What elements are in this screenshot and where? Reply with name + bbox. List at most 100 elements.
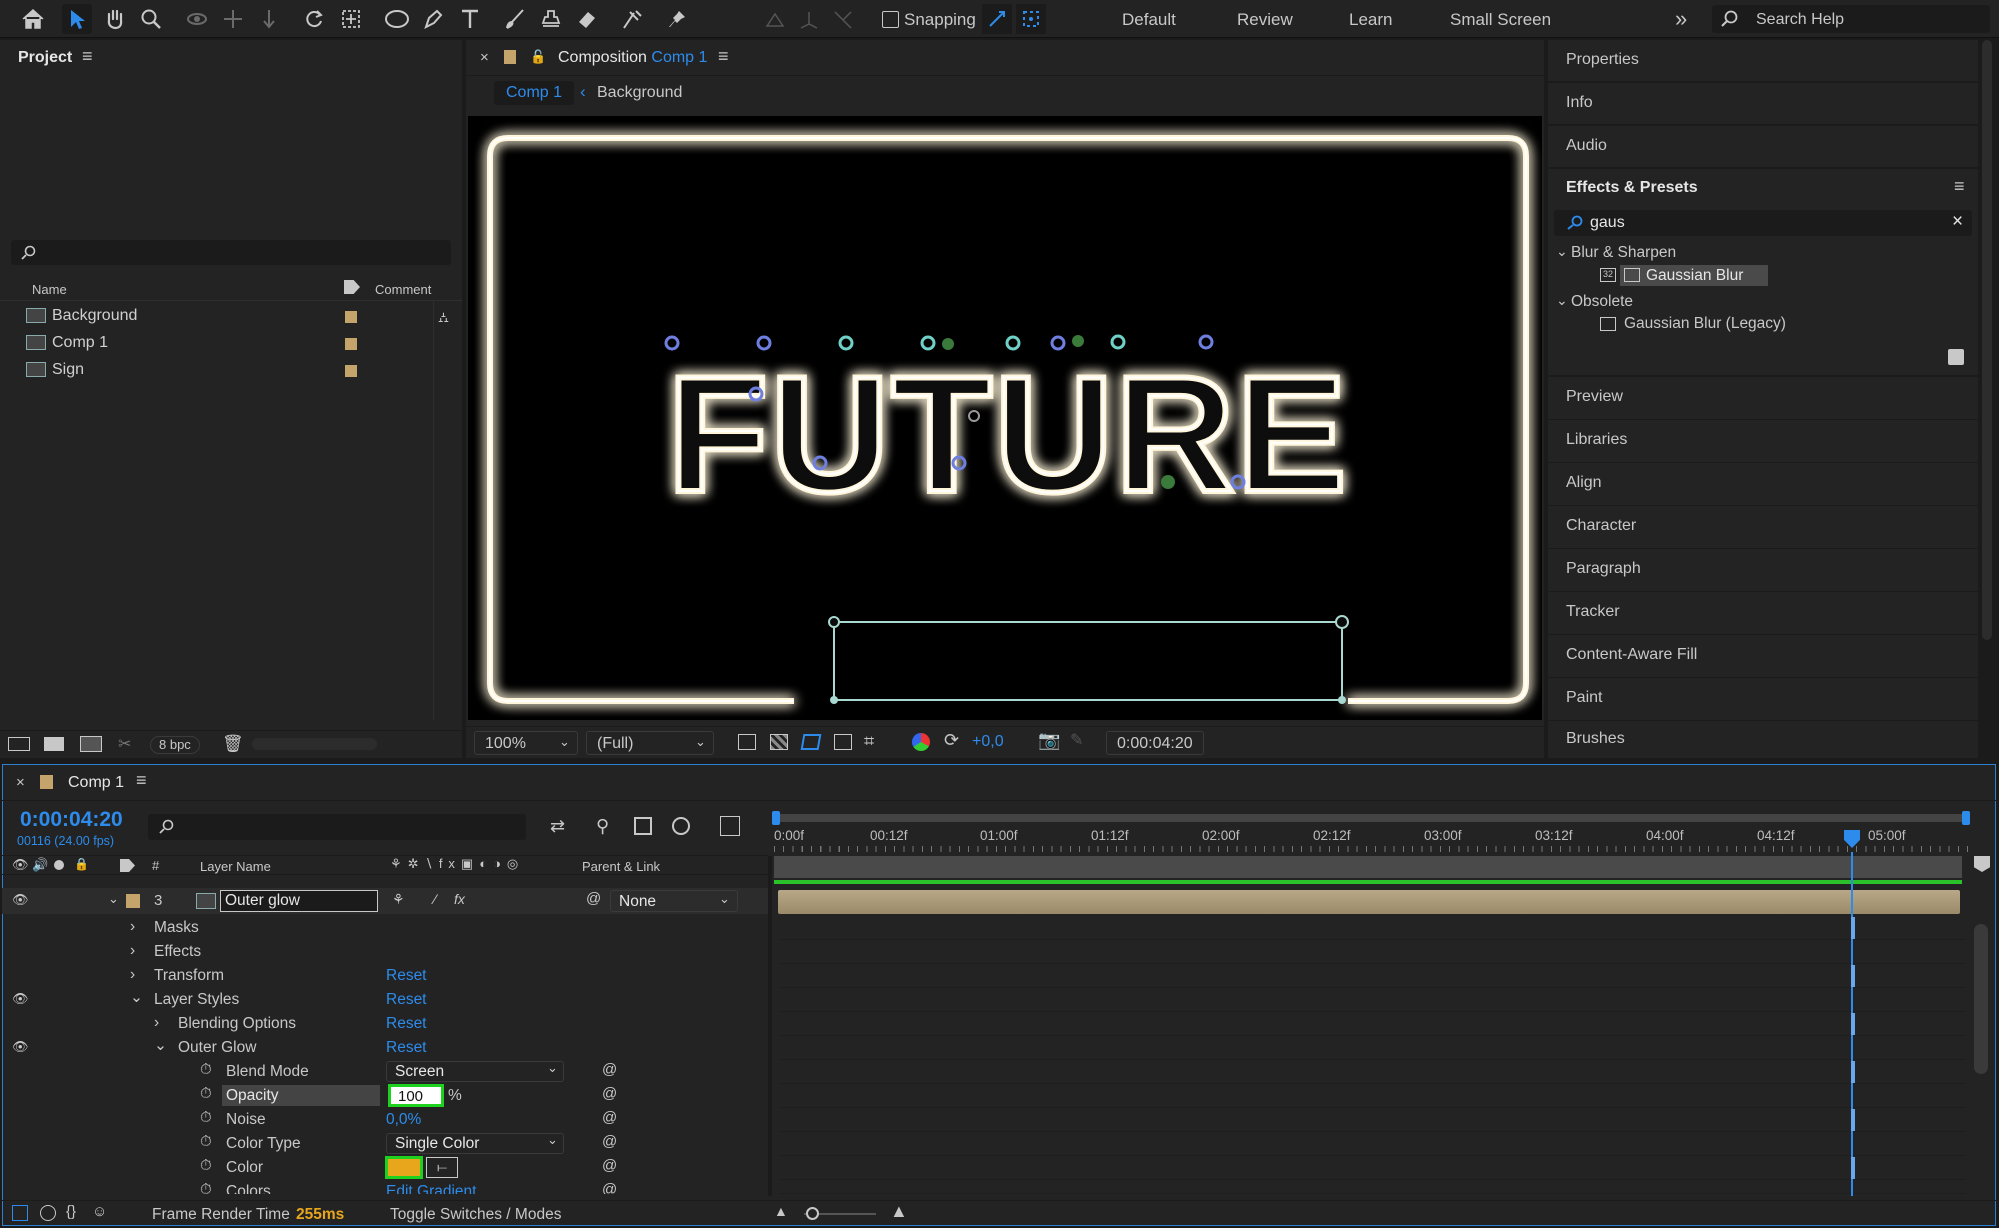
stopwatch-icon[interactable]: ⏱: [200, 1181, 212, 1194]
reset-link[interactable]: Reset: [386, 1039, 427, 1057]
effects-menu-icon[interactable]: ≡: [1954, 176, 1965, 197]
selection-tool-icon[interactable]: [62, 4, 92, 34]
keyframe-marker[interactable]: [1851, 1109, 1855, 1131]
parent-dropdown[interactable]: None ⌄: [610, 890, 738, 912]
expression-pickwhip-icon[interactable]: @: [602, 1085, 617, 1102]
grid-guides-icon[interactable]: ⌗: [864, 731, 874, 752]
dolly-camera-icon[interactable]: [254, 4, 284, 34]
group-obsolete[interactable]: Obsolete: [1571, 293, 1633, 311]
stopwatch-icon[interactable]: ⏱: [200, 1157, 212, 1174]
label-column-icon[interactable]: [344, 280, 360, 294]
column-comment-header[interactable]: Comment: [375, 282, 431, 297]
keyframe-marker[interactable]: [1851, 965, 1855, 987]
visibility-toggle-icon[interactable]: 👁: [12, 1039, 29, 1055]
workspace-learn[interactable]: Learn: [1349, 10, 1392, 30]
project-title[interactable]: Project: [18, 49, 72, 67]
snapshot-icon[interactable]: 📷: [1038, 730, 1060, 751]
panel-align[interactable]: Align: [1548, 463, 1978, 505]
panel-brushes[interactable]: Brushes: [1548, 721, 1978, 758]
prop-color[interactable]: ⏱ Color ⟝ @: [2, 1156, 768, 1180]
right-panel-scrollbar[interactable]: [1982, 40, 1992, 640]
exposure-value[interactable]: +0,0: [972, 733, 1004, 751]
layer-row[interactable]: 👁 ⌄ 3 Outer glow ⚘ ∕ fx @ None ⌄: [2, 888, 768, 914]
snap-edges-icon[interactable]: [982, 4, 1012, 34]
audio-column-icon[interactable]: 🔊: [32, 857, 48, 873]
composition-menu-icon[interactable]: ≡: [718, 46, 729, 67]
label-color-swatch[interactable]: [345, 338, 357, 350]
brush-tool-icon[interactable]: [500, 4, 530, 34]
expression-pickwhip-icon[interactable]: @: [602, 1061, 617, 1078]
composition-tab-title[interactable]: Composition Comp 1: [558, 49, 707, 67]
prop-color-type[interactable]: ⏱ Color Type Single Color ⌄ @: [2, 1132, 768, 1156]
column-name-header[interactable]: Name: [32, 282, 67, 297]
comp-flowchart-icon[interactable]: ⇄: [550, 816, 565, 837]
clear-search-icon[interactable]: ×: [1952, 211, 1963, 233]
pan-behind-icon[interactable]: [336, 4, 366, 34]
search-help-field[interactable]: Search Help: [1712, 5, 1990, 33]
panel-paint[interactable]: Paint: [1548, 678, 1978, 720]
prop-colors[interactable]: ⏱ Colors Edit Gradient @: [2, 1180, 768, 1194]
effects-switch-icon[interactable]: fx: [454, 891, 465, 907]
layer-name-header[interactable]: Layer Name: [200, 859, 271, 874]
reset-exposure-icon[interactable]: ⟳: [944, 730, 959, 751]
zoom-tool-icon[interactable]: [136, 4, 166, 34]
chevron-down-icon[interactable]: ⌄: [130, 988, 143, 1007]
project-item[interactable]: Sign: [0, 357, 462, 383]
interpret-footage-icon[interactable]: [8, 737, 30, 751]
ellipse-tool-icon[interactable]: [382, 4, 412, 34]
pan-camera-icon[interactable]: [218, 4, 248, 34]
stopwatch-icon[interactable]: ⏱: [200, 1061, 212, 1078]
home-icon[interactable]: [18, 4, 48, 34]
puppet-pin-icon[interactable]: [662, 4, 692, 34]
shy-switch-icon[interactable]: ⚘: [392, 891, 405, 908]
orbit-camera-icon[interactable]: [182, 4, 212, 34]
keyframe-marker[interactable]: [1851, 1013, 1855, 1035]
graph-editor-icon[interactable]: [720, 816, 740, 836]
layer-search-input[interactable]: [148, 814, 526, 840]
panel-info[interactable]: Info: [1548, 83, 1978, 125]
layer-label-swatch[interactable]: [126, 894, 140, 908]
trash-icon[interactable]: 🗑: [222, 734, 244, 754]
thumbnail-slider[interactable]: [252, 738, 377, 750]
effect-gaussian-blur-legacy[interactable]: Gaussian Blur (Legacy): [1624, 315, 1786, 333]
chevron-down-icon[interactable]: ⌄: [108, 891, 119, 907]
layer-switches-icon[interactable]: [12, 1205, 28, 1221]
reset-link[interactable]: Reset: [386, 991, 427, 1009]
toggle-switches-modes[interactable]: Toggle Switches / Modes: [390, 1206, 561, 1224]
chevron-right-icon[interactable]: ›: [130, 966, 135, 984]
eraser-tool-icon[interactable]: [572, 4, 602, 34]
new-folder-icon[interactable]: [44, 737, 64, 751]
close-tab-icon[interactable]: ×: [480, 49, 489, 66]
chevron-right-icon[interactable]: ›: [130, 942, 135, 960]
panel-libraries[interactable]: Libraries: [1548, 420, 1978, 462]
lock-icon[interactable]: 🔓: [530, 49, 546, 65]
zoom-dropdown[interactable]: 100% ⌄: [474, 731, 578, 755]
workspace-review[interactable]: Review: [1237, 10, 1293, 30]
keyframe-marker[interactable]: [1851, 1157, 1855, 1179]
rotation-tool-icon[interactable]: [299, 4, 329, 34]
current-timecode[interactable]: 0:00:04:20: [20, 808, 123, 832]
keyframe-marker[interactable]: [1851, 1061, 1855, 1083]
blend-mode-dropdown[interactable]: Screen ⌄: [386, 1060, 564, 1082]
layer-duration-bar[interactable]: [778, 890, 1960, 914]
type-tool-icon[interactable]: [455, 4, 485, 34]
zoom-slider-handle[interactable]: [806, 1207, 819, 1220]
work-area-start[interactable]: [772, 811, 780, 825]
prop-noise[interactable]: ⏱ Noise 0,0% @: [2, 1108, 768, 1132]
render-time-icon[interactable]: ☺: [92, 1203, 107, 1220]
expression-pickwhip-icon[interactable]: @: [602, 1133, 617, 1150]
visibility-toggle-icon[interactable]: 👁: [12, 991, 29, 1007]
snap-features-icon[interactable]: [1016, 4, 1046, 34]
snapping-checkbox[interactable]: [882, 11, 899, 28]
noise-value[interactable]: 0,0%: [386, 1111, 421, 1129]
layer-name-field[interactable]: Outer glow: [220, 890, 378, 912]
frame-blending-icon[interactable]: [634, 817, 652, 835]
stopwatch-icon[interactable]: ⏱: [200, 1109, 212, 1126]
motion-blur-icon[interactable]: [672, 817, 690, 835]
stopwatch-icon[interactable]: ⏱: [200, 1085, 212, 1102]
roto-brush-icon[interactable]: [617, 4, 647, 34]
lock-column-icon[interactable]: 🔒: [74, 857, 89, 871]
stopwatch-icon[interactable]: ⏱: [200, 1133, 212, 1150]
label-color-swatch[interactable]: [345, 365, 357, 377]
new-composition-icon[interactable]: [80, 736, 102, 752]
